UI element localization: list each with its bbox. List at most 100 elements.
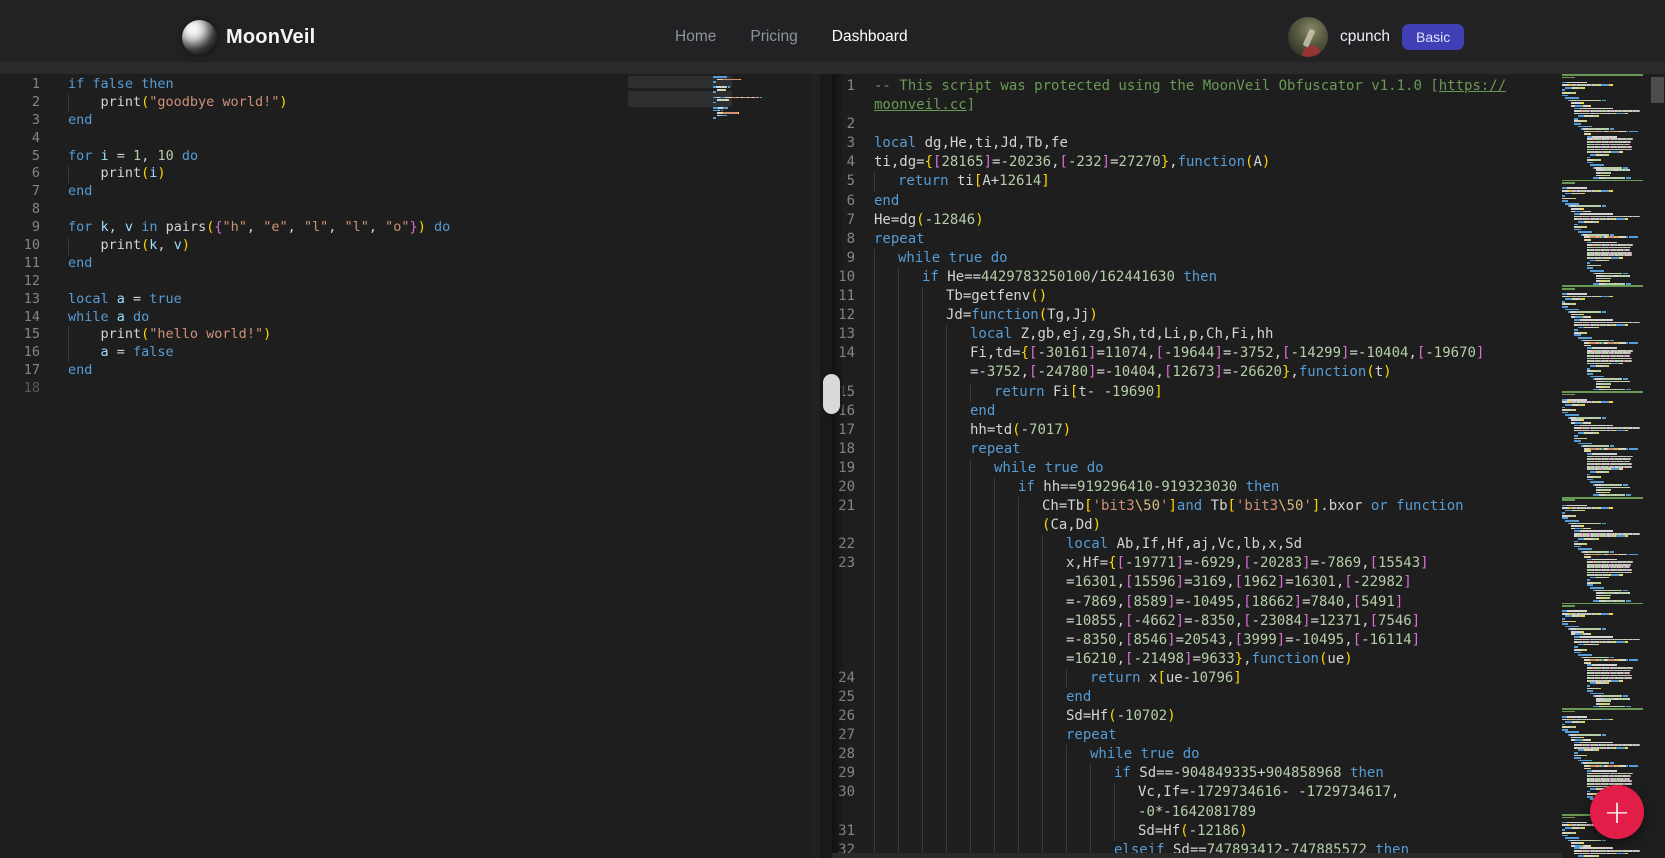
token: i — [92, 148, 108, 164]
code-line[interactable]: 22local Ab,If,Hf,aj,Vc,lb,x,Sd — [832, 535, 1665, 554]
code-line[interactable]: 13local Z,gb,ej,zg,Sh,td,Li,p,Ch,Fi,hh — [832, 325, 1665, 344]
code-line[interactable]: -0*-1642081789 — [832, 803, 1665, 822]
split-drag-handle-icon[interactable] — [823, 374, 840, 414]
indent-guide — [874, 631, 898, 650]
code-line[interactable]: 12 — [0, 273, 812, 291]
code-line[interactable]: 29if Sd==-904849335+904858968 then — [832, 764, 1665, 783]
code-line[interactable]: 16a = false — [0, 344, 812, 362]
code-line[interactable]: =-7869,[8589]=-10495,[18662]=7840,[5491] — [832, 593, 1665, 612]
code-line[interactable]: 16end — [832, 402, 1665, 421]
code-line[interactable]: 2print("goodbye world!") — [0, 94, 812, 112]
nav-link-dashboard[interactable]: Dashboard — [832, 28, 908, 46]
code-line[interactable]: 28while true do — [832, 745, 1665, 764]
code-line[interactable]: 6end — [832, 192, 1665, 211]
code-line[interactable]: 1if false then — [0, 76, 812, 94]
obfuscated-code-area[interactable]: 1-- This script was protected using the … — [832, 74, 1665, 858]
code-line[interactable]: 12Jd=function(Tg,Jj) — [832, 306, 1665, 325]
code-line[interactable]: 3end — [0, 112, 812, 130]
token: =- — [1223, 345, 1240, 361]
code-line[interactable]: =16301,[15596]=3169,[1962]=16301,[-22982… — [832, 573, 1665, 592]
minimap-line — [1562, 345, 1650, 347]
indent-guide — [1018, 535, 1042, 554]
add-script-button[interactable]: + — [1590, 785, 1644, 839]
code-line[interactable]: =16210,[-21498]=9633},function(ue) — [832, 650, 1665, 669]
minimap-line — [1562, 164, 1650, 166]
code-line[interactable]: 11Tb=getfenv() — [832, 287, 1665, 306]
code-line[interactable]: 26Sd=Hf(-10702) — [832, 707, 1665, 726]
code-line[interactable]: 24return x[ue-10796] — [832, 669, 1665, 688]
code-line[interactable]: 17end — [0, 362, 812, 380]
code-line[interactable]: =10855,[-4662]=-8350,[-23084]=12371,[754… — [832, 612, 1665, 631]
line-number: 16 — [0, 344, 40, 362]
source-minimap[interactable] — [713, 76, 785, 166]
obfuscated-minimap[interactable] — [1562, 74, 1650, 858]
code-line[interactable]: 8repeat — [832, 230, 1665, 249]
minimap-line — [1562, 517, 1650, 519]
minimap-line — [713, 117, 785, 119]
minimap-line — [1562, 185, 1650, 187]
code-line-text: x,Hf={[-19771]=-6929,[-20283]=-7869,[155… — [855, 554, 1429, 573]
code-line[interactable]: (Ca,Dd) — [832, 516, 1665, 535]
code-line[interactable]: 21Ch=Tb['bit3\50']and Tb['bit3\50'].bxor… — [832, 497, 1665, 516]
minimap-line — [1562, 850, 1650, 852]
vertical-scrollbar[interactable] — [1650, 74, 1665, 858]
code-line[interactable]: 15return Fi[t- -19690] — [832, 383, 1665, 402]
minimap-line — [1562, 603, 1650, 605]
code-line[interactable]: 23x,Hf={[-19771]=-6929,[-20283]=-7869,[1… — [832, 554, 1665, 573]
nav-link-home[interactable]: Home — [675, 28, 716, 46]
avatar[interactable] — [1288, 17, 1328, 57]
indent-guide — [946, 516, 970, 535]
code-line[interactable]: 6print(i) — [0, 165, 812, 183]
code-line[interactable]: 10if He==4429783250100/162441630 then — [832, 268, 1665, 287]
code-line[interactable]: 17hh=td(-7017) — [832, 421, 1665, 440]
code-line[interactable]: 7end — [0, 183, 812, 201]
source-editor[interactable]: 1if false then2print("goodbye world!")3e… — [0, 74, 812, 858]
code-line[interactable]: 13local a = true — [0, 291, 812, 309]
code-line[interactable]: 3local dg,He,ti,Jd,Tb,fe — [832, 134, 1665, 153]
code-line[interactable]: 9for k, v in pairs({"h", "e", "l", "l", … — [0, 219, 812, 237]
code-line[interactable]: =-3752,[-24780]=-10404,[12673]=-26620},f… — [832, 363, 1665, 382]
nav-link-pricing[interactable]: Pricing — [750, 28, 797, 46]
code-line[interactable]: 14while a do — [0, 309, 812, 327]
code-line[interactable]: =-8350,[8546]=20543,[3999]=-10495,[-1611… — [832, 631, 1665, 650]
code-line[interactable]: 9while true do — [832, 249, 1665, 268]
code-line[interactable]: 20if hh==919296410-919323030 then — [832, 478, 1665, 497]
indent-guide — [970, 822, 994, 841]
code-line[interactable]: 10print(k, v) — [0, 237, 812, 255]
obfuscated-editor[interactable]: 1-- This script was protected using the … — [832, 74, 1665, 858]
source-code-area[interactable]: 1if false then2print("goodbye world!")3e… — [0, 74, 812, 398]
code-line[interactable]: 1-- This script was protected using the … — [832, 77, 1665, 96]
code-line[interactable]: 4 — [0, 130, 812, 148]
pane-divider[interactable] — [812, 74, 832, 858]
code-line[interactable]: 2 — [832, 115, 1665, 134]
code-line[interactable]: 5for i = 1, 10 do — [0, 148, 812, 166]
token: ) — [1093, 517, 1101, 533]
code-line[interactable]: 18 — [0, 380, 812, 398]
brand[interactable]: MoonVeil — [182, 0, 315, 74]
code-line[interactable]: 19while true do — [832, 459, 1665, 478]
code-line[interactable]: 14Fi,td={[-30161]=11074,[-19644]=-3752,[… — [832, 344, 1665, 363]
code-line[interactable]: 15print("hello world!") — [0, 326, 812, 344]
code-line-text: while a do — [40, 309, 149, 327]
token: Z,gb,ej,zg,Sh,td,Li,p,Ch,Fi,hh — [1012, 326, 1273, 342]
minimap-line — [1562, 177, 1650, 179]
minimap-line — [1562, 780, 1650, 782]
minimap-line — [1562, 649, 1650, 651]
code-line[interactable]: moonveil.cc] — [832, 96, 1665, 115]
horizontal-scrollbar[interactable] — [832, 853, 1562, 858]
code-line[interactable]: 5return ti[A+12614] — [832, 172, 1665, 191]
code-line[interactable]: 11end — [0, 255, 812, 273]
code-line[interactable]: 4ti,dg={[28165]=-20236,[-232]=27270},fun… — [832, 153, 1665, 172]
code-line[interactable]: 30Vc,If=-1729734616- -1729734617, — [832, 783, 1665, 802]
code-line[interactable]: 27repeat — [832, 726, 1665, 745]
token: , — [1361, 555, 1369, 571]
token: Tb=getfenv — [946, 288, 1030, 304]
code-line[interactable]: 18repeat — [832, 440, 1665, 459]
code-line[interactable]: 8 — [0, 201, 812, 219]
scrollbar-thumb[interactable] — [1651, 77, 1664, 103]
user-menu[interactable]: cpunch Basic — [1288, 0, 1464, 74]
code-line[interactable]: 7He=dg(-12846) — [832, 211, 1665, 230]
minimap-line — [1562, 301, 1650, 303]
code-line[interactable]: 31Sd=Hf(-12186) — [832, 822, 1665, 841]
code-line[interactable]: 25end — [832, 688, 1665, 707]
